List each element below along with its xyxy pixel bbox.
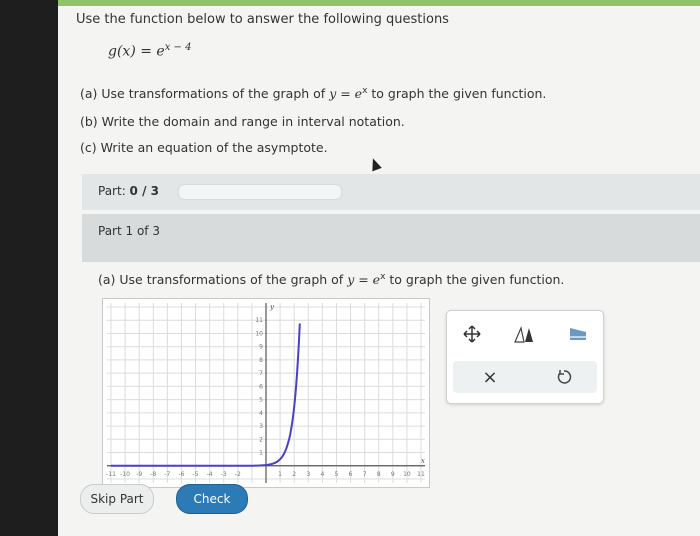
- x-tick-label: 5: [335, 471, 339, 478]
- x-tick-label: 2: [292, 471, 296, 478]
- x-tick-label: 4: [320, 471, 324, 478]
- x-tick-label: -7: [164, 471, 170, 478]
- function-lhs: g(x) = e: [108, 43, 165, 60]
- y-tick-label: 1: [259, 450, 263, 457]
- y-tick-label: 3: [259, 423, 263, 430]
- x-tick-label: -11: [106, 471, 116, 478]
- question-a: (a) Use transformations of the graph of …: [80, 86, 546, 101]
- x-tick-label: 10: [403, 471, 411, 478]
- eraser-icon[interactable]: [565, 321, 591, 347]
- part-a-formula: y = e: [347, 272, 381, 288]
- skip-part-button[interactable]: Skip Part: [80, 484, 154, 514]
- x-tick-label: 3: [306, 471, 310, 478]
- x-axis-label: x: [421, 457, 425, 465]
- graph-canvas[interactable]: -11 -10 -9 -8 -7 -6 -5 -4 -3 -2 1 2 3 4 5 6 7 8 9 10 11 11 10 9…: [102, 298, 430, 488]
- y-tick-label: 7: [259, 370, 263, 377]
- x-tick-label: -8: [150, 471, 156, 478]
- y-tick-label: 6: [259, 383, 263, 390]
- x-tick-label: 7: [363, 471, 367, 478]
- mouse-cursor-icon: [368, 156, 382, 172]
- x-tick-label: -4: [207, 471, 213, 478]
- question-a-prefix: (a) Use transformations of the graph of: [80, 86, 330, 102]
- x-tick-label: -3: [221, 471, 227, 478]
- y-tick-label: 9: [259, 344, 263, 351]
- progress-track: [178, 184, 342, 200]
- clear-icon[interactable]: ×: [477, 364, 503, 390]
- x-tick-label: 6: [349, 471, 353, 478]
- part-label-text: Part:: [98, 184, 130, 198]
- y-tick-label: 10: [255, 330, 263, 337]
- function-exponent: x − 4: [164, 42, 192, 53]
- x-tick-label: -9: [136, 471, 142, 478]
- part-progress-bar: Part: 0 / 3: [82, 174, 700, 210]
- y-tick-label: 4: [259, 410, 263, 417]
- y-tick-label: 8: [259, 357, 263, 364]
- graph-tool-icon[interactable]: [511, 321, 537, 347]
- part-a-prefix: (a) Use transformations of the graph of: [98, 272, 348, 288]
- part-header-label: Part 1 of 3: [98, 224, 160, 238]
- function-formula: g(x) = ex − 4: [108, 42, 191, 60]
- x-tick-label: 1: [278, 471, 282, 478]
- part-a-question: (a) Use transformations of the graph of …: [98, 272, 564, 287]
- x-tick-label: -2: [235, 471, 241, 478]
- graph-toolbox: ×: [446, 310, 604, 404]
- question-c: (c) Write an equation of the asymptote.: [80, 140, 328, 155]
- y-tick-label: 11: [255, 317, 263, 324]
- part-header: Part 1 of 3: [82, 214, 700, 262]
- part-a-suffix: to graph the given function.: [385, 272, 565, 288]
- move-icon[interactable]: [459, 321, 485, 347]
- undo-icon[interactable]: [551, 364, 577, 390]
- x-tick-label: -6: [178, 471, 184, 478]
- x-tick-label: -5: [193, 471, 199, 478]
- part-value: 0 / 3: [129, 184, 159, 198]
- x-tick-label: 8: [377, 471, 381, 478]
- screen: Use the function below to answer the fol…: [58, 0, 700, 536]
- x-tick-label: -10: [120, 471, 130, 478]
- check-button[interactable]: Check: [176, 484, 248, 514]
- y-tick-label: 5: [259, 397, 263, 404]
- graph-svg[interactable]: -11 -10 -9 -8 -7 -6 -5 -4 -3 -2 1 2 3 4 5 6 7 8 9 10 11 11 10 9…: [103, 299, 429, 487]
- x-tick-label: 11: [417, 471, 425, 478]
- part-label: Part: 0 / 3: [98, 184, 159, 198]
- intro-text: Use the function below to answer the fol…: [76, 12, 449, 27]
- tool-row-secondary: ×: [453, 361, 597, 393]
- question-a-suffix: to graph the given function.: [367, 86, 547, 102]
- y-tick-label: 2: [259, 436, 263, 443]
- question-a-formula: y = e: [329, 86, 363, 102]
- top-bar: [58, 0, 700, 6]
- question-b: (b) Write the domain and range in interv…: [80, 114, 405, 129]
- x-tick-label: 9: [391, 471, 395, 478]
